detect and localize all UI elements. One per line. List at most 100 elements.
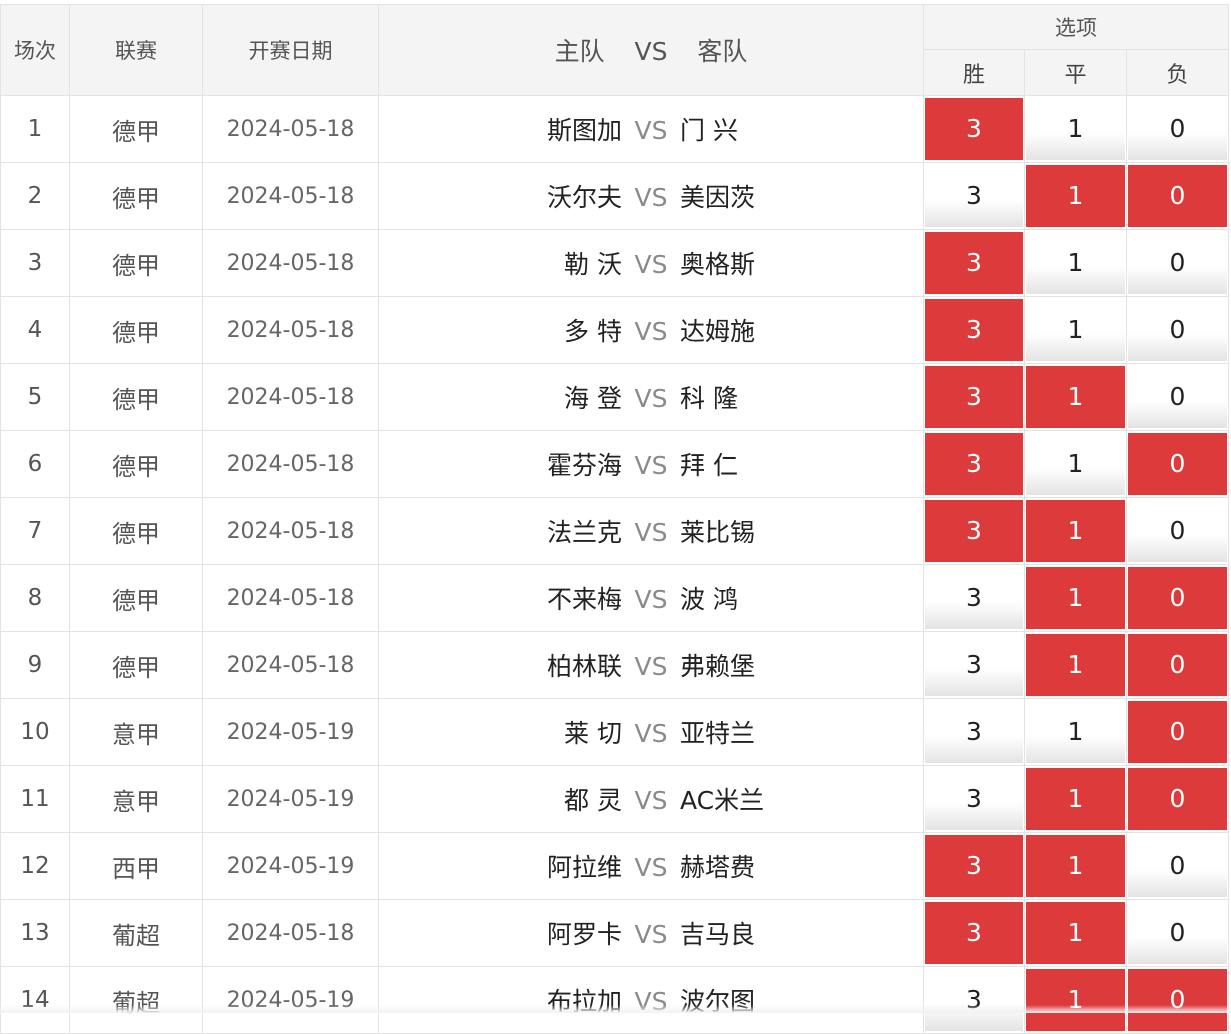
option-lose-value: 0	[1128, 165, 1228, 227]
match-date: 2024-05-18	[202, 229, 379, 297]
home-team: 多 特	[564, 317, 622, 346]
away-team: 吉马良	[680, 920, 756, 949]
option-win-value: 3	[925, 500, 1023, 562]
table-row: 2 德甲 2024-05-18 沃尔夫 VS 美因茨 3 1 0	[0, 162, 1230, 230]
option-win-value: 3	[925, 835, 1023, 897]
option-draw-button[interactable]: 1	[1024, 765, 1127, 833]
option-win-value: 3	[925, 165, 1023, 227]
option-draw-button[interactable]: 1	[1024, 497, 1127, 565]
option-win-value: 3	[925, 768, 1023, 830]
option-win-value: 3	[925, 232, 1023, 294]
match-teams: 莱 切 VS 亚特兰	[378, 698, 924, 766]
option-win-button[interactable]: 3	[923, 564, 1025, 632]
option-win-button[interactable]: 3	[923, 296, 1025, 364]
option-win-button[interactable]: 3	[923, 162, 1025, 230]
option-win-button[interactable]: 3	[923, 899, 1025, 967]
table-row: 8 德甲 2024-05-18 不来梅 VS 波 鸿 310	[0, 564, 1230, 632]
vs-label: VS	[634, 920, 668, 949]
option-lose-button[interactable]: 0	[1125, 564, 1230, 632]
match-index: 14	[0, 966, 70, 1034]
home-team: 阿罗卡	[546, 920, 622, 949]
option-draw-button[interactable]: 1	[1024, 631, 1127, 699]
away-team: 奥格斯	[680, 250, 756, 279]
option-draw-value: 1	[1026, 98, 1125, 160]
vs-label: VS	[634, 853, 668, 882]
option-win-button[interactable]: 3	[923, 363, 1025, 431]
option-lose-button[interactable]: 0	[1125, 363, 1230, 431]
option-draw-button[interactable]: 1	[1024, 698, 1127, 766]
option-lose-button[interactable]: 0	[1125, 966, 1230, 1034]
table-row: 5 德甲 2024-05-18 海 登 VS 科 隆 310	[0, 363, 1230, 431]
match-date: 2024-05-18	[202, 430, 379, 498]
option-draw-value: 1	[1026, 567, 1125, 629]
home-team: 莱 切	[564, 719, 622, 748]
option-lose-button[interactable]: 0	[1125, 229, 1230, 297]
vs-label: VS	[634, 183, 668, 212]
away-team: 弗赖堡	[680, 652, 756, 681]
table-row: 12 西甲 2024-05-19 阿拉维 VS 赫塔费 3 1 0	[0, 832, 1230, 900]
option-draw-button[interactable]: 1	[1024, 832, 1127, 900]
option-lose-button[interactable]: 0	[1125, 765, 1230, 833]
home-team: 阿拉维	[546, 853, 622, 882]
option-win-button[interactable]: 3	[923, 497, 1025, 565]
vs-label: VS	[634, 451, 668, 480]
option-lose-button[interactable]: 0	[1125, 899, 1230, 967]
option-draw-value: 1	[1026, 634, 1125, 696]
match-teams: 阿罗卡 VS 吉马良	[378, 899, 924, 967]
option-win-button[interactable]: 3	[923, 832, 1025, 900]
home-team: 斯图加	[546, 116, 622, 145]
away-team: 科 隆	[680, 384, 738, 413]
match-date: 2024-05-18	[202, 564, 379, 632]
match-date: 2024-05-19	[202, 966, 379, 1034]
vs-label: VS	[634, 518, 668, 547]
home-team: 都 灵	[564, 786, 622, 815]
col-header-lose: 负	[1125, 49, 1230, 96]
option-win-button[interactable]: 3	[923, 229, 1025, 297]
match-teams: 沃尔夫 VS 美因茨	[378, 162, 924, 230]
option-draw-value: 1	[1026, 232, 1125, 294]
league-name: 西甲	[69, 832, 203, 900]
home-team: 霍芬海	[546, 451, 622, 480]
option-lose-button[interactable]: 0	[1125, 95, 1230, 163]
option-lose-button[interactable]: 0	[1125, 497, 1230, 565]
league-name: 德甲	[69, 631, 203, 699]
vs-label: VS	[634, 786, 668, 815]
match-table: 场次 联赛 开赛日期 主队 VS 客队 选项 胜 平 负 1 德甲 2024-05-…	[0, 4, 1230, 1034]
option-lose-button[interactable]: 0	[1125, 832, 1230, 900]
match-index: 9	[0, 631, 70, 699]
match-teams: 都 灵 VS AC米兰	[378, 765, 924, 833]
match-teams: 不来梅 VS 波 鸿	[378, 564, 924, 632]
match-index: 8	[0, 564, 70, 632]
option-draw-button[interactable]: 1	[1024, 296, 1127, 364]
option-lose-button[interactable]: 0	[1125, 631, 1230, 699]
option-win-button[interactable]: 3	[923, 631, 1025, 699]
option-draw-button[interactable]: 1	[1024, 899, 1127, 967]
table-row: 13 葡超 2024-05-18 阿罗卡 VS 吉马良 3 1 0	[0, 899, 1230, 967]
option-win-button[interactable]: 3	[923, 765, 1025, 833]
league-name: 德甲	[69, 296, 203, 364]
option-lose-button[interactable]: 0	[1125, 430, 1230, 498]
option-win-button[interactable]: 3	[923, 966, 1025, 1034]
option-lose-value: 0	[1128, 366, 1228, 428]
option-win-button[interactable]: 3	[923, 698, 1025, 766]
league-name: 德甲	[69, 497, 203, 565]
option-draw-button[interactable]: 1	[1024, 363, 1127, 431]
option-draw-button[interactable]: 1	[1024, 430, 1127, 498]
option-draw-button[interactable]: 1	[1024, 966, 1127, 1034]
option-draw-button[interactable]: 1	[1024, 95, 1127, 163]
option-draw-button[interactable]: 1	[1024, 564, 1127, 632]
option-draw-button[interactable]: 1	[1024, 229, 1127, 297]
option-lose-button[interactable]: 0	[1125, 296, 1230, 364]
col-header-match: 主队 VS 客队	[378, 4, 924, 96]
match-date: 2024-05-18	[202, 162, 379, 230]
match-teams: 海 登 VS 科 隆	[378, 363, 924, 431]
option-win-button[interactable]: 3	[923, 95, 1025, 163]
option-win-button[interactable]: 3	[923, 430, 1025, 498]
home-team: 法兰克	[546, 518, 622, 547]
option-lose-button[interactable]: 0	[1125, 162, 1230, 230]
option-draw-button[interactable]: 1	[1024, 162, 1127, 230]
league-name: 德甲	[69, 564, 203, 632]
match-date: 2024-05-18	[202, 95, 379, 163]
match-index: 4	[0, 296, 70, 364]
option-lose-button[interactable]: 0	[1125, 698, 1230, 766]
